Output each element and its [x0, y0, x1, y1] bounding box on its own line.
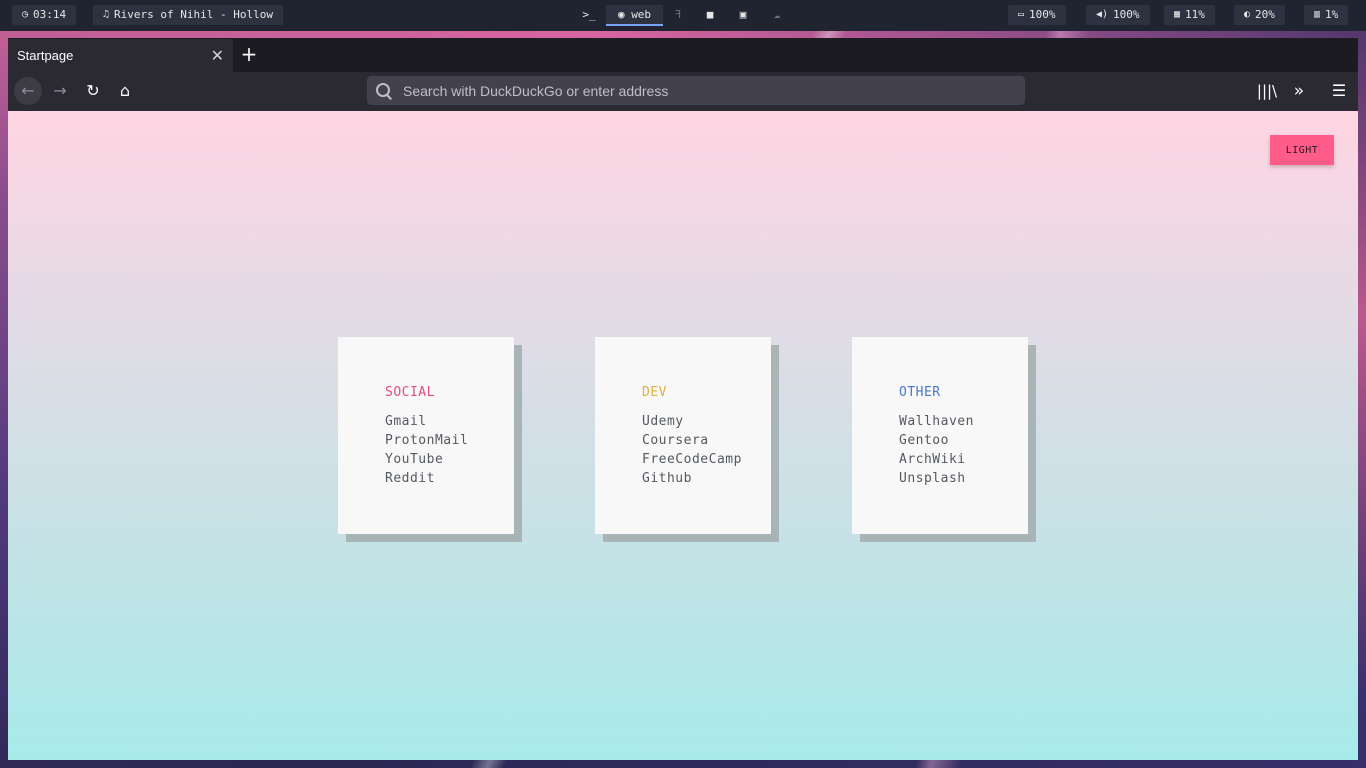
cpu-text: 1%	[1325, 8, 1339, 21]
tab-startpage[interactable]: Startpage ✕	[8, 39, 233, 72]
card-title: SOCIAL	[385, 385, 435, 400]
volume-icon: ◀)	[1096, 9, 1109, 20]
link-gentoo[interactable]: Gentoo	[899, 431, 1028, 450]
new-tab-button[interactable]: +	[240, 42, 258, 66]
library-icon: |||\	[1256, 82, 1278, 100]
media-icon: ▣	[739, 8, 747, 21]
search-icon	[375, 82, 393, 100]
status-bar: ◷ 03:14 ♫ Rivers of Nihil - Hollow >_ ◉ …	[0, 0, 1366, 31]
battery-icon: ▭	[1018, 9, 1025, 20]
card-social: SOCIAL Gmail ProtonMail YouTube Reddit	[338, 337, 514, 534]
overflow-menu-button[interactable]: »	[1285, 77, 1313, 105]
close-icon[interactable]: ✕	[211, 46, 224, 65]
link-unsplash[interactable]: Unsplash	[899, 469, 1028, 488]
card-dev: DEV Udemy Coursera FreeCodeCamp Github	[595, 337, 771, 534]
cpu-module[interactable]: ▥ 1%	[1304, 5, 1349, 25]
workspace-files[interactable]: ■	[702, 5, 718, 25]
link-wallhaven[interactable]: Wallhaven	[899, 412, 1028, 431]
address-bar[interactable]	[367, 76, 1025, 105]
brightness-icon: ◐	[1244, 9, 1251, 20]
workspace-terminal[interactable]: >_	[578, 5, 600, 25]
link-github[interactable]: Github	[642, 469, 771, 488]
globe-icon: ◉	[617, 8, 625, 21]
volume-text: 100%	[1113, 8, 1140, 21]
folder-icon: ■	[706, 8, 714, 21]
brightness-module[interactable]: ◐ 20%	[1234, 5, 1285, 25]
link-freecodecamp[interactable]: FreeCodeCamp	[642, 450, 771, 469]
music-note-icon: ♫	[103, 9, 110, 20]
link-udemy[interactable]: Udemy	[642, 412, 771, 431]
card-title: OTHER	[899, 385, 941, 400]
battery-module[interactable]: ▭ 100%	[1008, 5, 1066, 25]
plus-icon: +	[240, 42, 258, 66]
brightness-text: 20%	[1255, 8, 1275, 21]
workspace-cloud[interactable]: ☁	[769, 5, 785, 25]
library-button[interactable]: |||\	[1253, 77, 1281, 105]
workspace-web[interactable]: ◉ web	[606, 5, 663, 26]
cpu-icon: ▥	[1314, 9, 1321, 20]
cloud-icon: ☁	[773, 8, 781, 21]
memory-icon: ▦	[1174, 9, 1181, 20]
volume-module[interactable]: ◀) 100%	[1086, 5, 1150, 25]
link-coursera[interactable]: Coursera	[642, 431, 771, 450]
tab-title: Startpage	[17, 48, 74, 63]
startpage-content: LIGHT SOCIAL Gmail ProtonMail YouTube Re…	[8, 111, 1358, 760]
workspace-git[interactable]: ꟻ	[670, 5, 686, 25]
battery-text: 100%	[1029, 8, 1056, 21]
forward-button[interactable]: →	[46, 77, 74, 105]
app-menu-button[interactable]: ☰	[1325, 77, 1353, 105]
link-protonmail[interactable]: ProtonMail	[385, 431, 514, 450]
link-reddit[interactable]: Reddit	[385, 469, 514, 488]
memory-module[interactable]: ▦ 11%	[1164, 5, 1215, 25]
back-button[interactable]: ←	[14, 77, 42, 105]
link-youtube[interactable]: YouTube	[385, 450, 514, 469]
home-button[interactable]: ⌂	[111, 77, 139, 105]
link-gmail[interactable]: Gmail	[385, 412, 514, 431]
arrow-left-icon: ←	[21, 81, 35, 100]
now-playing-module[interactable]: ♫ Rivers of Nihil - Hollow	[93, 5, 283, 25]
git-icon: ꟻ	[674, 8, 682, 21]
terminal-icon: >_	[582, 8, 596, 21]
card-title: DEV	[642, 385, 667, 400]
clock-icon: ◷	[22, 9, 29, 20]
theme-toggle-button[interactable]: LIGHT	[1270, 135, 1334, 165]
clock-text: 03:14	[33, 8, 67, 21]
double-chevron-icon: »	[1293, 81, 1305, 101]
memory-text: 11%	[1185, 8, 1205, 21]
reload-icon: ↻	[86, 81, 100, 100]
link-archwiki[interactable]: ArchWiki	[899, 450, 1028, 469]
workspace-web-label: web	[631, 8, 652, 21]
reload-button[interactable]: ↻	[79, 77, 107, 105]
workspace-media[interactable]: ▣	[735, 5, 751, 25]
now-playing-text: Rivers of Nihil - Hollow	[114, 8, 273, 21]
clock-module[interactable]: ◷ 03:14	[12, 5, 77, 25]
browser-window: Startpage ✕ + ← → ↻ ⌂ |||\ » ☰	[8, 38, 1358, 760]
hamburger-icon: ☰	[1331, 81, 1347, 100]
tab-strip: Startpage ✕ +	[8, 38, 1358, 72]
card-other: OTHER Wallhaven Gentoo ArchWiki Unsplash	[852, 337, 1028, 534]
home-icon: ⌂	[119, 81, 131, 100]
arrow-right-icon: →	[53, 81, 67, 100]
url-input[interactable]	[401, 81, 1025, 100]
navigation-toolbar: ← → ↻ ⌂ |||\ » ☰	[8, 72, 1358, 111]
